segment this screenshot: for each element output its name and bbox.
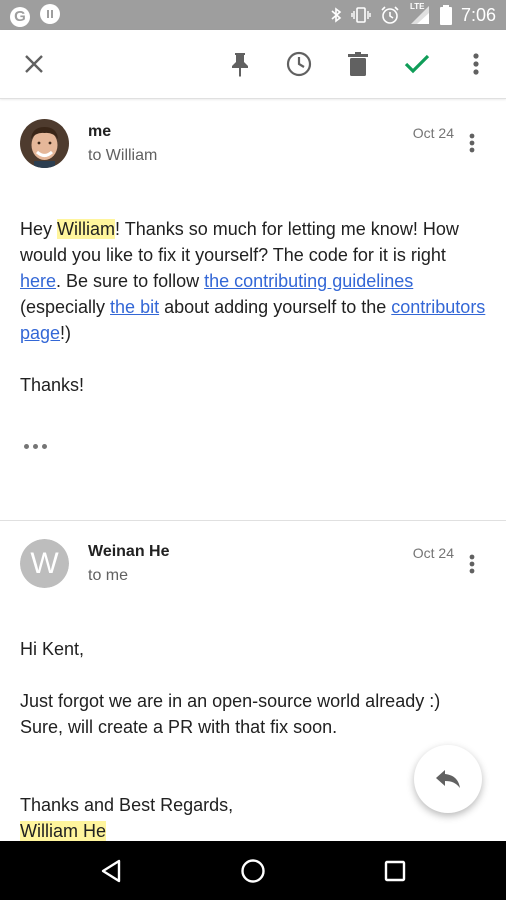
lte-label: LTE	[409, 2, 425, 11]
message-date: Oct 24	[412, 545, 454, 561]
message-more-button[interactable]	[460, 131, 484, 155]
body-text-segment: (especially	[20, 297, 111, 317]
body-line: Sure, will create a PR with that fix soo…	[20, 717, 338, 737]
sender-name: Weinan He	[88, 543, 170, 560]
recipient-line[interactable]: to William	[88, 147, 157, 165]
body-text-segment: Hey	[20, 219, 58, 239]
alarm-icon	[380, 5, 400, 25]
check-icon	[404, 54, 430, 74]
message-body: Hi Kent, Just forgot we are in an open-s…	[20, 636, 486, 844]
back-button[interactable]	[93, 853, 129, 889]
avatar[interactable]	[20, 119, 69, 168]
more-vert-icon	[473, 53, 479, 75]
ellipsis-dot	[42, 443, 47, 449]
clock-icon	[286, 51, 312, 77]
link-contributing-guidelines[interactable]: the contributing guidelines	[204, 271, 413, 291]
notification-icon	[40, 4, 60, 29]
trash-icon	[348, 52, 368, 76]
close-icon	[25, 55, 43, 73]
home-circle-icon	[241, 859, 265, 883]
body-paragraph: Hey William! Thanks so much for letting …	[20, 216, 486, 346]
message-toolbar	[0, 30, 506, 99]
status-bar: G LTE 7:06	[0, 0, 506, 30]
mark-done-button[interactable]	[393, 40, 441, 88]
google-g-icon: G	[10, 6, 30, 27]
message-date: Oct 24	[412, 125, 454, 141]
pin-icon	[232, 53, 248, 77]
message-card: me to William Oct 24 Hey William! Thanks…	[0, 99, 506, 519]
pin-button[interactable]	[216, 40, 264, 88]
avatar[interactable]: W	[20, 539, 69, 588]
link-here[interactable]: here	[20, 271, 56, 291]
more-vert-icon	[469, 554, 475, 574]
delete-button[interactable]	[334, 40, 382, 88]
recents-square-icon	[384, 860, 406, 882]
highlighted-name: William	[57, 219, 116, 239]
recipient-line[interactable]: to me	[88, 567, 128, 585]
body-text-segment: . Be sure to follow	[56, 271, 205, 291]
close-button[interactable]	[10, 40, 58, 88]
vibrate-icon	[351, 6, 371, 24]
body-text-segment: about adding yourself to the	[159, 297, 392, 317]
greeting-line: Hi Kent,	[20, 639, 85, 659]
message-body: Hey William! Thanks so much for letting …	[20, 216, 486, 398]
navigation-bar	[0, 841, 506, 900]
signoff-line: Thanks and Best Regards,	[20, 795, 234, 815]
more-vert-icon	[469, 133, 475, 153]
message-more-button[interactable]	[460, 552, 484, 576]
lte-signal-icon: LTE	[409, 2, 431, 25]
reply-button[interactable]	[414, 745, 482, 813]
highlighted-signature: William He	[20, 821, 107, 841]
back-triangle-icon	[101, 859, 121, 883]
avatar-photo-icon	[20, 119, 69, 168]
body-line: Just forgot we are in an open-source wor…	[20, 691, 441, 711]
status-time: 7:06	[460, 5, 496, 25]
battery-icon	[439, 5, 452, 25]
more-options-button[interactable]	[452, 40, 500, 88]
google-g-letter: G	[14, 8, 26, 25]
closing-line: Thanks!	[20, 375, 85, 395]
ellipsis-dot	[24, 443, 29, 449]
link-the-bit[interactable]: the bit	[110, 297, 159, 317]
recents-button[interactable]	[377, 853, 413, 889]
sender-name: me	[88, 123, 112, 140]
reply-icon	[436, 770, 460, 788]
bluetooth-icon	[330, 6, 342, 24]
home-button[interactable]	[235, 853, 271, 889]
ellipsis-dot	[33, 443, 38, 449]
snooze-button[interactable]	[275, 40, 323, 88]
show-trimmed-content-button[interactable]	[24, 436, 52, 456]
avatar-letter: W	[20, 539, 69, 588]
body-text-segment: !)	[60, 323, 72, 343]
